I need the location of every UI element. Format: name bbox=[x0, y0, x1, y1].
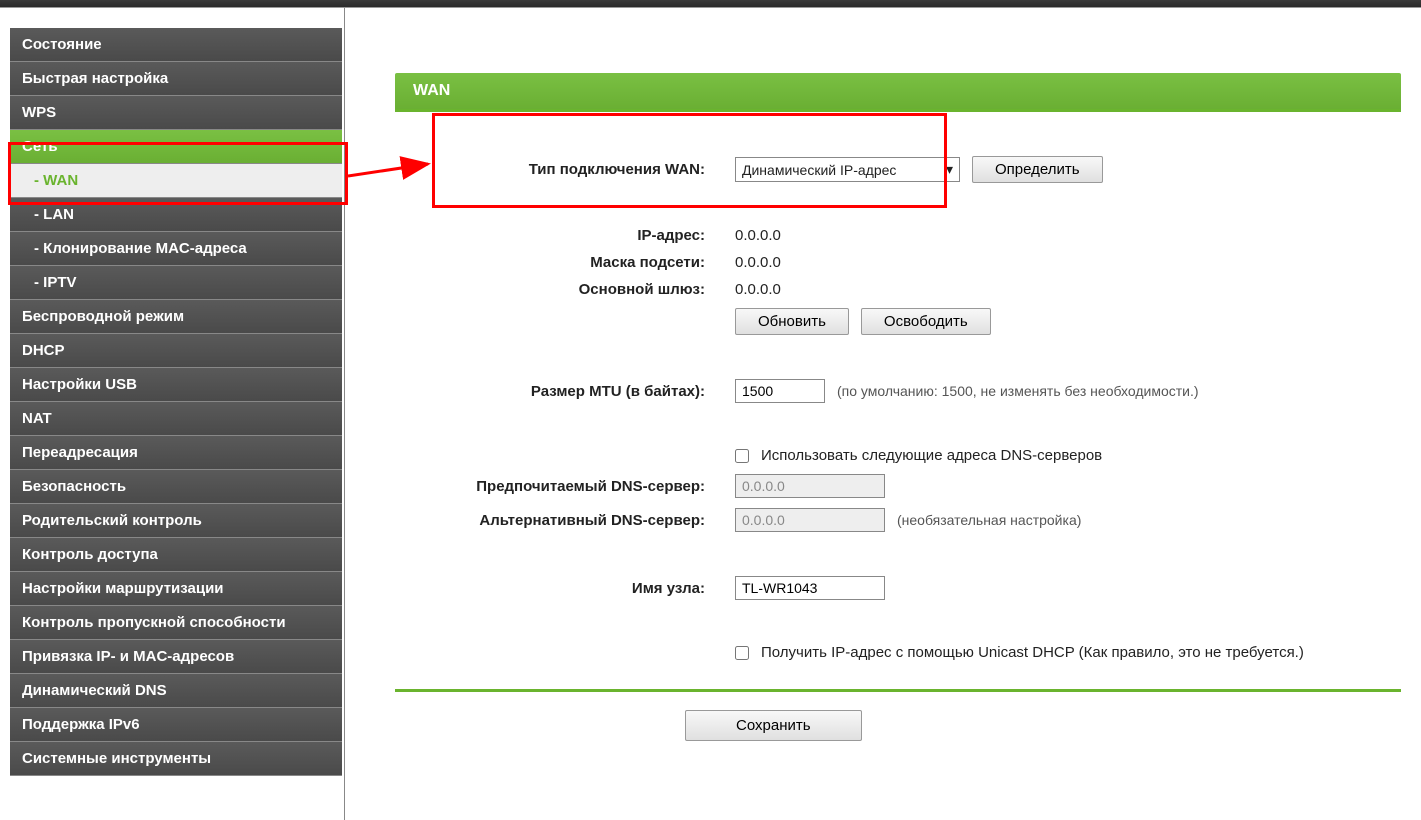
label-hostname: Имя узла: bbox=[395, 580, 735, 597]
dns-pref-input bbox=[735, 474, 885, 498]
sidebar-item-8[interactable]: Беспроводной режим bbox=[10, 300, 342, 334]
unicast-label: Получить IP-адрес с помощью Unicast DHCP… bbox=[761, 644, 1304, 661]
wan-type-selected: Динамический IP-адрес bbox=[742, 162, 896, 178]
sidebar-item-6[interactable]: - Клонирование MAC-адреса bbox=[10, 232, 342, 266]
sidebar-item-10[interactable]: Настройки USB bbox=[10, 368, 342, 402]
sidebar-item-2[interactable]: WPS bbox=[10, 96, 342, 130]
value-ip: 0.0.0.0 bbox=[735, 227, 781, 244]
sidebar-item-5[interactable]: - LAN bbox=[10, 198, 342, 232]
mtu-input[interactable] bbox=[735, 379, 825, 403]
label-ip: IP-адрес: bbox=[395, 227, 735, 244]
chevron-down-icon: ▾ bbox=[946, 161, 953, 178]
divider bbox=[395, 689, 1401, 692]
value-gateway: 0.0.0.0 bbox=[735, 281, 781, 298]
release-button[interactable]: Освободить bbox=[861, 308, 991, 335]
sidebar-item-15[interactable]: Контроль доступа bbox=[10, 538, 342, 572]
sidebar-item-14[interactable]: Родительский контроль bbox=[10, 504, 342, 538]
sidebar-item-1[interactable]: Быстрая настройка bbox=[10, 62, 342, 96]
label-gateway: Основной шлюз: bbox=[395, 281, 735, 298]
save-button[interactable]: Сохранить bbox=[685, 710, 862, 741]
sidebar-item-18[interactable]: Привязка IP- и MAC-адресов bbox=[10, 640, 342, 674]
value-mask: 0.0.0.0 bbox=[735, 254, 781, 271]
sidebar-item-3[interactable]: Сеть bbox=[10, 130, 342, 164]
wan-type-select[interactable]: Динамический IP-адрес ▾ bbox=[735, 157, 960, 182]
hint-mtu: (по умолчанию: 1500, не изменять без нео… bbox=[837, 383, 1199, 399]
page-title: WAN bbox=[395, 73, 1401, 109]
sidebar-item-11[interactable]: NAT bbox=[10, 402, 342, 436]
use-dns-checkbox[interactable] bbox=[735, 449, 749, 463]
hint-dns-alt: (необязательная настройка) bbox=[897, 512, 1081, 528]
sidebar-item-13[interactable]: Безопасность bbox=[10, 470, 342, 504]
label-mask: Маска подсети: bbox=[395, 254, 735, 271]
sidebar-item-7[interactable]: - IPTV bbox=[10, 266, 342, 300]
form-area: Тип подключения WAN: Динамический IP-адр… bbox=[395, 109, 1401, 661]
sidebar: СостояниеБыстрая настройкаWPSСеть- WAN- … bbox=[0, 8, 345, 820]
renew-button[interactable]: Обновить bbox=[735, 308, 849, 335]
content-area: WAN Тип подключения WAN: Динамический IP… bbox=[345, 8, 1421, 820]
dns-alt-input bbox=[735, 508, 885, 532]
label-dns-alt: Альтернативный DNS-сервер: bbox=[395, 512, 735, 529]
unicast-checkbox[interactable] bbox=[735, 646, 749, 660]
sidebar-item-16[interactable]: Настройки маршрутизации bbox=[10, 572, 342, 606]
sidebar-item-12[interactable]: Переадресация bbox=[10, 436, 342, 470]
label-mtu: Размер MTU (в байтах): bbox=[395, 383, 735, 400]
sidebar-item-19[interactable]: Динамический DNS bbox=[10, 674, 342, 708]
sidebar-item-4[interactable]: - WAN bbox=[10, 164, 342, 198]
sidebar-item-0[interactable]: Состояние bbox=[10, 28, 342, 62]
sidebar-item-21[interactable]: Системные инструменты bbox=[10, 742, 342, 776]
label-wan-type: Тип подключения WAN: bbox=[395, 161, 735, 178]
sidebar-item-20[interactable]: Поддержка IPv6 bbox=[10, 708, 342, 742]
detect-button[interactable]: Определить bbox=[972, 156, 1103, 183]
sidebar-item-17[interactable]: Контроль пропускной способности bbox=[10, 606, 342, 640]
hostname-input[interactable] bbox=[735, 576, 885, 600]
sidebar-item-9[interactable]: DHCP bbox=[10, 334, 342, 368]
use-dns-label: Использовать следующие адреса DNS-сервер… bbox=[761, 447, 1102, 464]
label-dns-pref: Предпочитаемый DNS-сервер: bbox=[395, 478, 735, 495]
